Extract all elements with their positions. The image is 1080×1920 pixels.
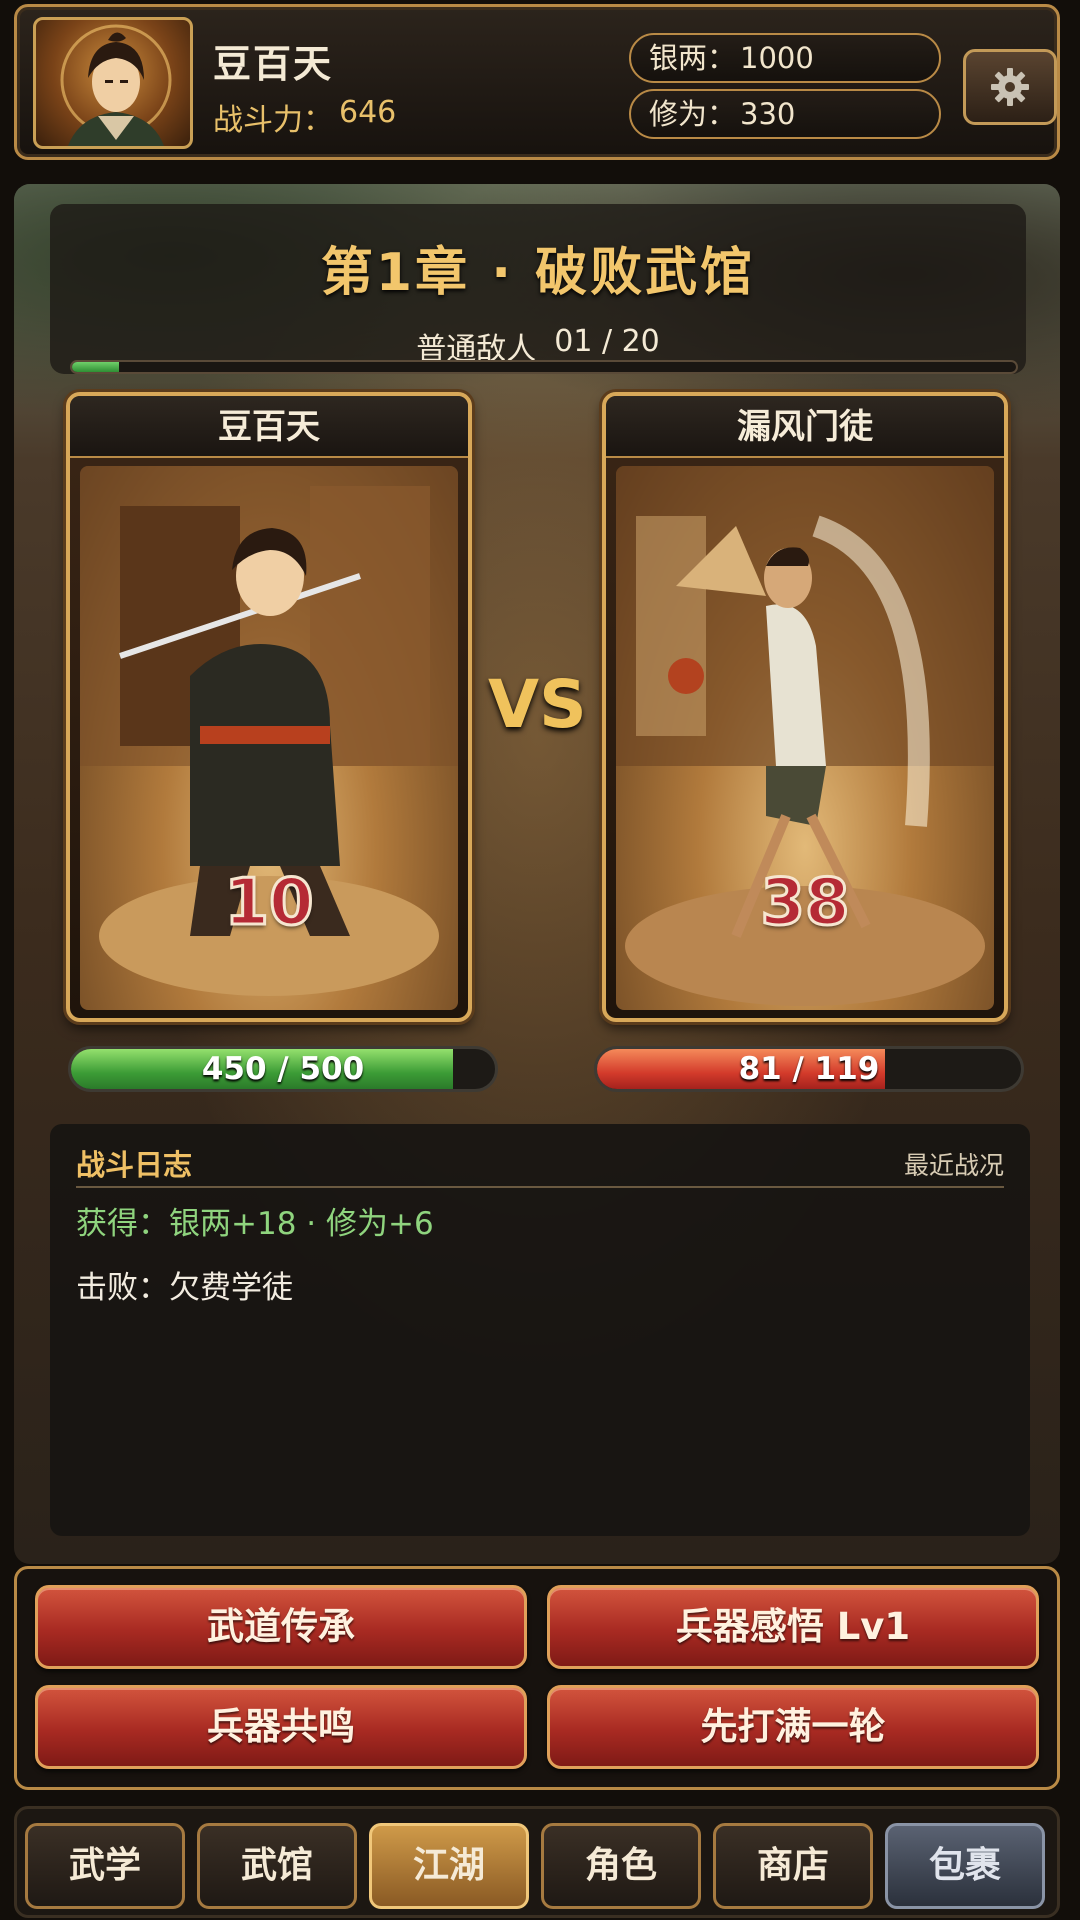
log-entry-defeat: 击败：欠费学徒 — [76, 1270, 293, 1306]
silver-label: 银两： — [649, 41, 737, 75]
tab-jianghu[interactable]: 江湖 — [369, 1823, 529, 1909]
enemy-hp-text: 81 / 119 — [738, 1051, 880, 1087]
player-avatar[interactable] — [33, 17, 193, 149]
bottom-navigation: 武学 武馆 江湖 角色 商店 包裹 — [14, 1806, 1060, 1918]
player-card[interactable]: 豆百天 10 — [66, 392, 472, 1022]
silver-value: 1000 — [740, 41, 814, 75]
fight-full-round-button[interactable]: 先打满一轮 — [547, 1685, 1039, 1769]
cultivation-display: 修为： 330 — [629, 89, 941, 139]
combat-power-label: 战斗力： — [213, 103, 333, 138]
battle-log-title: 战斗日志 — [76, 1148, 193, 1182]
cultivation-label: 修为： — [649, 97, 737, 131]
enemy-card-name: 漏风门徒 — [606, 396, 1004, 458]
weapon-resonance-button[interactable]: 兵器共鸣 — [35, 1685, 527, 1769]
player-card-name: 豆百天 — [70, 396, 468, 458]
combat-power: 战斗力： 646 — [213, 95, 396, 139]
tab-dojo[interactable]: 武馆 — [197, 1823, 357, 1909]
player-portrait-icon — [60, 24, 172, 146]
chapter-panel: 第1章 · 破败武馆 普通敌人 01 / 20 — [50, 204, 1026, 374]
enemy-hp-bar: 81 / 119 — [594, 1046, 1024, 1092]
stage-progress-bar — [70, 360, 1018, 374]
enemy-level: 38 — [759, 865, 851, 942]
tab-inventory[interactable]: 包裹 — [885, 1823, 1045, 1909]
battle-log-panel[interactable]: 战斗日志 最近战况 获得：银两+18 · 修为+6 击败：欠费学徒 — [50, 1124, 1030, 1536]
chapter-title: 第1章 · 破败武馆 — [320, 243, 756, 303]
gear-icon — [991, 68, 1029, 106]
tab-character[interactable]: 角色 — [541, 1823, 701, 1909]
tab-shop[interactable]: 商店 — [713, 1823, 873, 1909]
action-panel: 武道传承 兵器感悟 Lv1 兵器共鸣 先打满一轮 — [14, 1566, 1060, 1790]
battle-scene: 第1章 · 破败武馆 普通敌人 01 / 20 豆百天 10 VS 漏风门徒 3… — [14, 184, 1060, 1564]
player-name: 豆百天 — [213, 42, 334, 86]
enemy-card[interactable]: 漏风门徒 38 — [602, 392, 1008, 1022]
settings-button[interactable] — [963, 49, 1057, 125]
player-hp-bar: 450 / 500 — [68, 1046, 498, 1092]
versus-label: VS — [488, 666, 587, 743]
weapon-insight-button[interactable]: 兵器感悟 Lv1 — [547, 1585, 1039, 1669]
player-hp-text: 450 / 500 — [201, 1051, 365, 1087]
top-status-bar: 豆百天 战斗力： 646 银两： 1000 修为： 330 — [14, 4, 1060, 160]
player-level: 10 — [223, 865, 315, 942]
silver-display: 银两： 1000 — [629, 33, 941, 83]
combat-power-value: 646 — [339, 95, 397, 130]
stage-progress-fill — [72, 362, 120, 372]
martial-inheritance-button[interactable]: 武道传承 — [35, 1585, 527, 1669]
recent-battle-label: 最近战况 — [903, 1151, 1004, 1180]
cultivation-value: 330 — [740, 97, 796, 131]
log-entry-reward: 获得：银两+18 · 修为+6 — [76, 1206, 434, 1242]
tab-martial-arts[interactable]: 武学 — [25, 1823, 185, 1909]
log-divider — [76, 1186, 1004, 1188]
